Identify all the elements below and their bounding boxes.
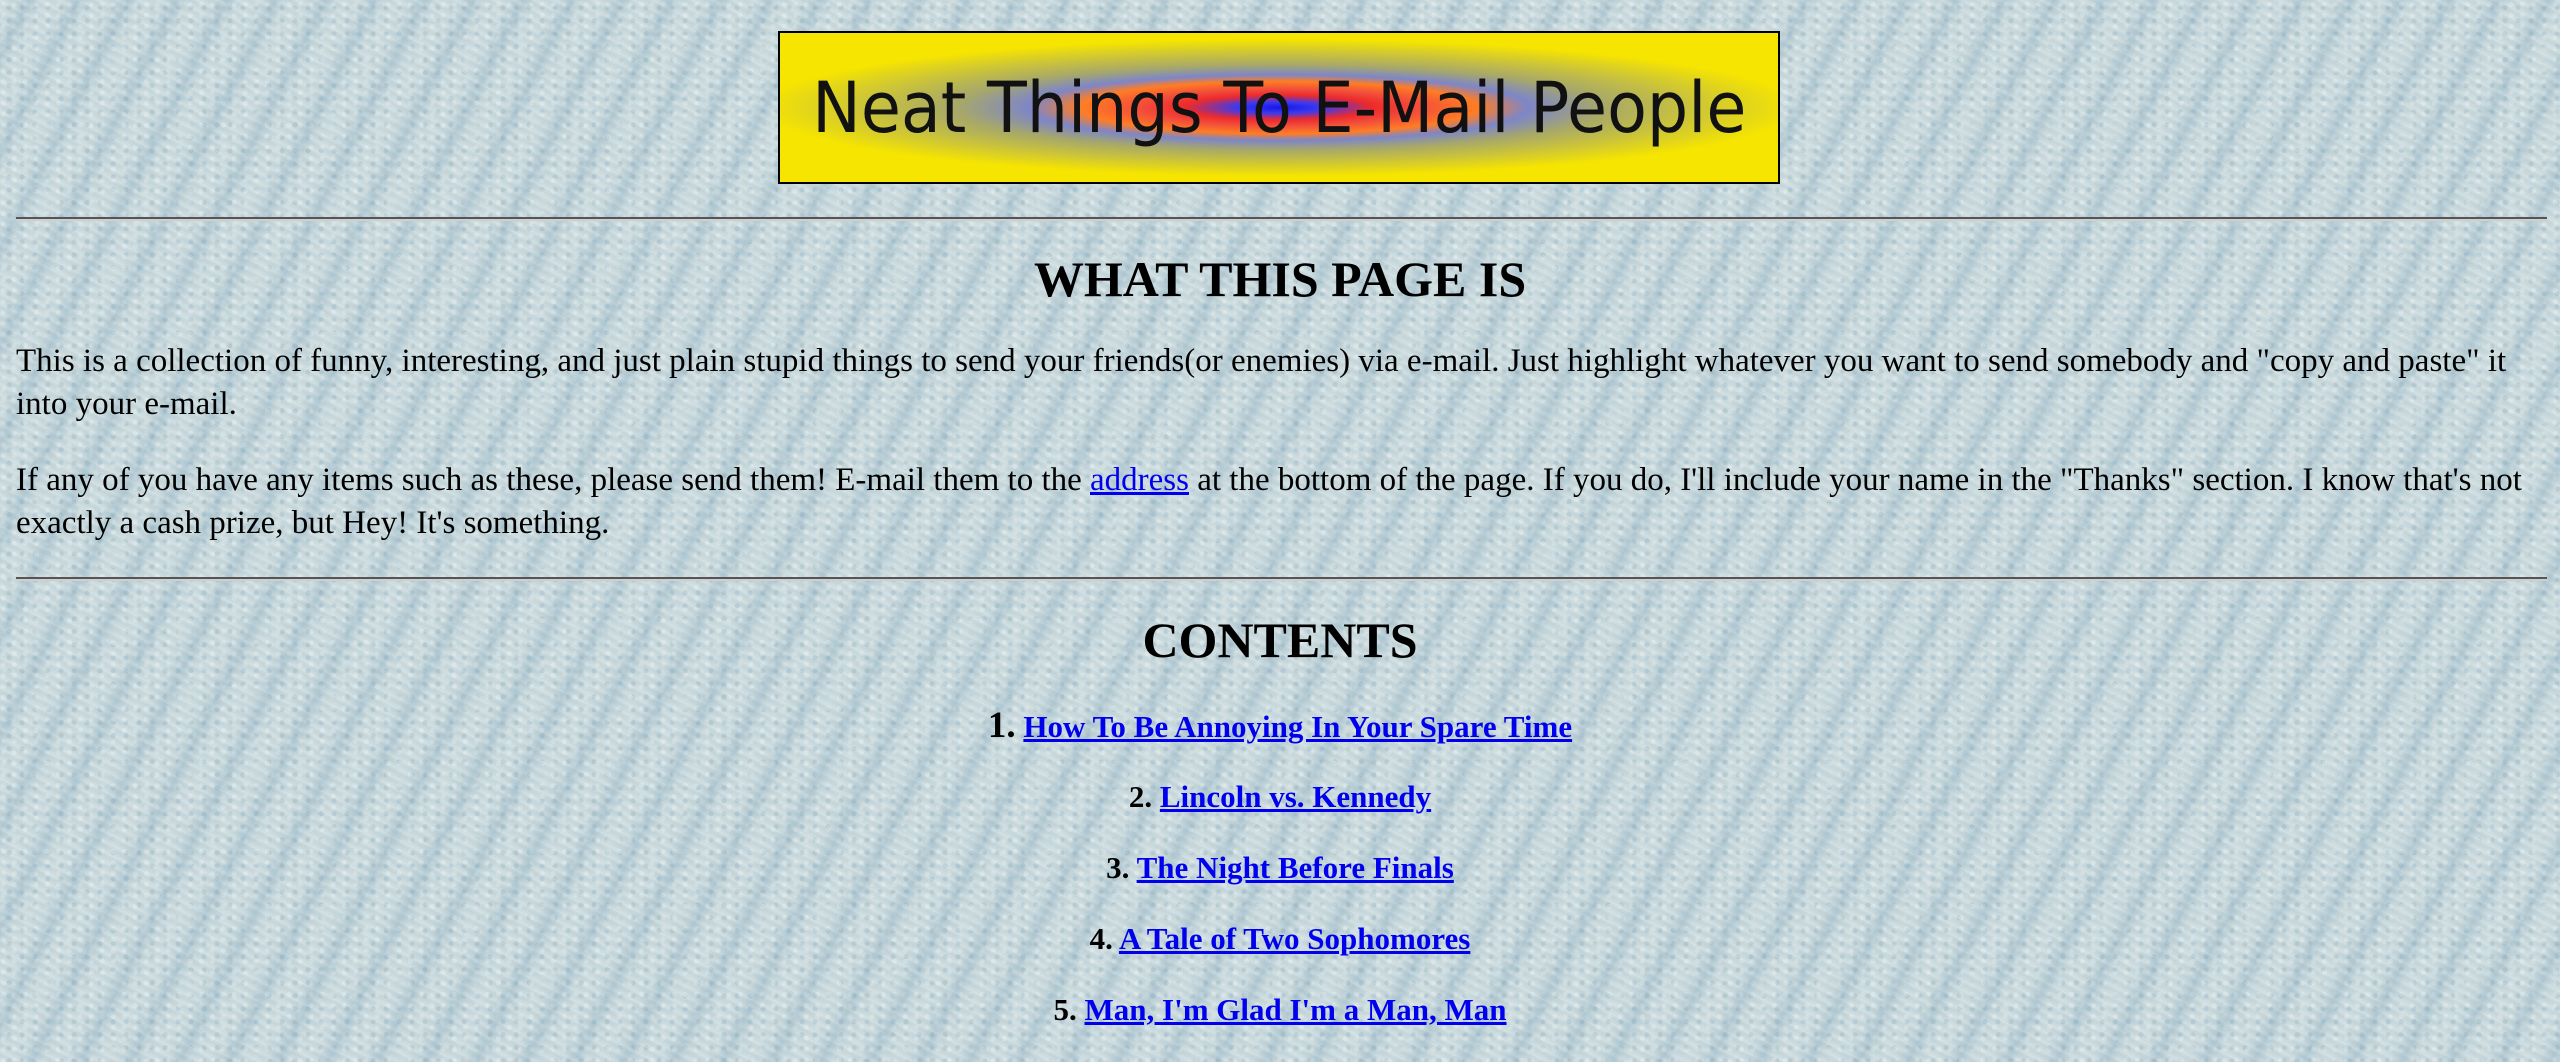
contents-heading: CONTENTS xyxy=(1142,612,1418,668)
page-banner-image: Neat Things To E-Mail People xyxy=(778,31,1780,184)
contents-item-number: 3. xyxy=(1106,850,1130,885)
contents-item-number: 4. xyxy=(1089,921,1113,956)
contents-list: 1. How To Be Annoying In Your Spare Time… xyxy=(0,700,2560,1055)
contents-link-night-before-finals[interactable]: The Night Before Finals xyxy=(1137,850,1454,885)
address-link[interactable]: address xyxy=(1090,462,1189,498)
contents-item-number: 5. xyxy=(1053,992,1077,1027)
contents-item: 5. Man, I'm Glad I'm a Man, Man xyxy=(0,984,2560,1055)
contents-link-lincoln-kennedy[interactable]: Lincoln vs. Kennedy xyxy=(1160,779,1431,814)
intro-paragraph: This is a collection of funny, interesti… xyxy=(16,343,2507,422)
banner-title: Neat Things To E-Mail People xyxy=(811,66,1747,149)
contents-link-two-sophomores[interactable]: A Tale of Two Sophomores xyxy=(1119,921,1470,956)
submission-text-start: If any of you have any items such as the… xyxy=(16,462,1091,498)
contents-item: 1. How To Be Annoying In Your Spare Time xyxy=(0,700,2560,771)
contents-item-number: 2. xyxy=(1128,779,1153,814)
contents-link-annoying[interactable]: How To Be Annoying In Your Spare Time xyxy=(1023,709,1572,744)
submission-paragraph: If any of you have any items such as the… xyxy=(16,459,2546,545)
contents-link-glad-im-a-man[interactable]: Man, I'm Glad I'm a Man, Man xyxy=(1085,992,1507,1027)
contents-item: 4. A Tale of Two Sophomores xyxy=(0,913,2560,984)
horizontal-divider xyxy=(16,577,2547,581)
what-this-page-is-heading: WHAT THIS PAGE IS xyxy=(1033,251,1527,307)
horizontal-divider xyxy=(16,217,2547,221)
contents-item: 2. Lincoln vs. Kennedy xyxy=(0,771,2560,842)
contents-item: 3. The Night Before Finals xyxy=(0,842,2560,913)
contents-item-number: 1. xyxy=(987,705,1016,746)
